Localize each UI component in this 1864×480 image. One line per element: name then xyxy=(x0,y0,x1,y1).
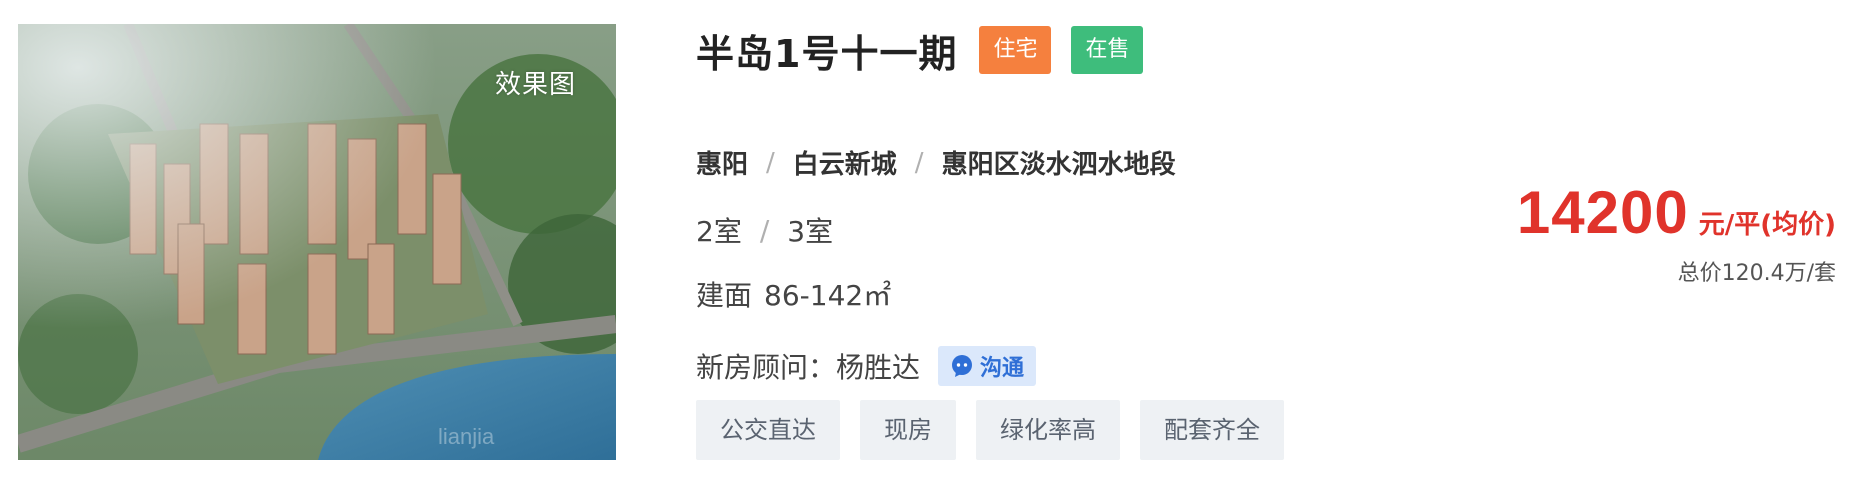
listing-card[interactable]: lianjia 效果图 半岛1号十一期 住宅 在售 惠阳 / 白云新城 / 惠阳… xyxy=(0,0,1864,480)
price-block: 14200 元/平(均价) 总价120.4万/套 xyxy=(1517,178,1836,287)
feature-tag: 公交直达 xyxy=(696,400,840,460)
feature-tag: 现房 xyxy=(860,400,956,460)
watermark-text: lianjia xyxy=(438,424,495,449)
price-unit: 元/平(均价) xyxy=(1698,210,1836,240)
property-type-badge: 住宅 xyxy=(979,26,1052,74)
separator: / xyxy=(766,147,775,178)
title-row: 半岛1号十一期 住宅 在售 xyxy=(696,23,1144,78)
location-breadcrumb: 惠阳 / 白云新城 / 惠阳区淡水泗水地段 xyxy=(696,144,1176,181)
building-area: 建面 86-142㎡ xyxy=(696,274,891,314)
project-rendering-image[interactable]: lianjia 效果图 xyxy=(18,24,616,460)
advisor-name: 杨胜达 xyxy=(836,351,921,384)
average-price: 14200 元/平(均价) xyxy=(1517,178,1836,247)
rendering-label: 效果图 xyxy=(494,70,576,100)
sale-status-badge: 在售 xyxy=(1071,26,1144,74)
room-type-item: 2室 xyxy=(696,215,742,248)
advisor-row: 新房顾问： 杨胜达 沟通 xyxy=(696,346,1037,386)
listing-info: 半岛1号十一期 住宅 在售 惠阳 / 白云新城 / 惠阳区淡水泗水地段 2室 /… xyxy=(696,24,1846,464)
area-value: 86-142㎡ xyxy=(764,279,892,312)
location-district[interactable]: 白云新城 xyxy=(793,144,897,181)
room-type-item: 3室 xyxy=(787,215,834,248)
price-value: 14200 xyxy=(1516,179,1689,246)
feature-tag: 配套齐全 xyxy=(1140,400,1284,460)
project-title[interactable]: 半岛1号十一期 xyxy=(696,23,957,78)
feature-tags: 公交直达 现房 绿化率高 配套齐全 xyxy=(696,400,1304,460)
area-label: 建面 xyxy=(696,279,753,312)
feature-tag: 绿化率高 xyxy=(976,400,1120,460)
location-address: 惠阳区淡水泗水地段 xyxy=(941,150,1176,180)
chat-button-label: 沟通 xyxy=(980,356,1025,381)
chat-bubble-icon xyxy=(952,355,973,377)
separator: / xyxy=(914,147,924,178)
separator: / xyxy=(759,213,770,247)
total-price: 总价120.4万/套 xyxy=(1677,261,1836,286)
chat-button[interactable]: 沟通 xyxy=(938,346,1037,386)
advisor-label: 新房顾问： xyxy=(696,351,837,384)
location-city[interactable]: 惠阳 xyxy=(696,144,748,181)
room-types: 2室 / 3室 xyxy=(696,210,833,250)
